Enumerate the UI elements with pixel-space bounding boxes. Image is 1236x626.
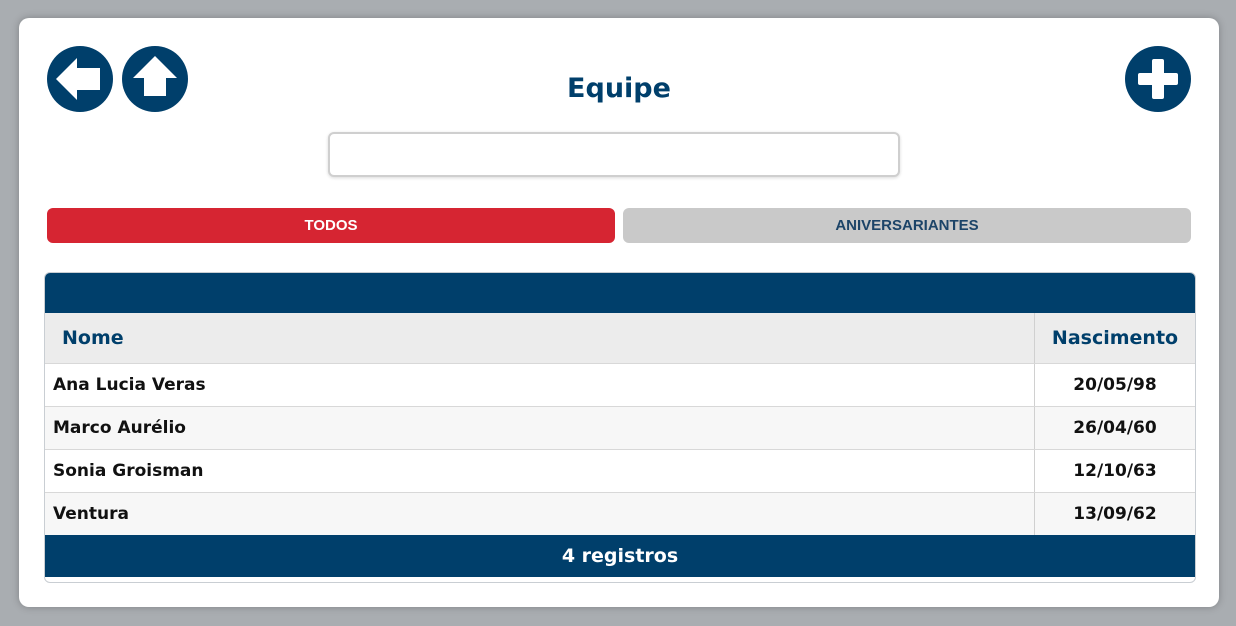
page-title: Equipe <box>567 73 671 104</box>
column-header-nome[interactable]: Nome <box>45 313 1035 363</box>
table-row[interactable]: Ventura 13/09/62 <box>45 492 1195 535</box>
tab-aniversariantes[interactable]: ANIVERSARIANTES <box>623 208 1191 243</box>
row-birthdate: 26/04/60 <box>1073 418 1157 438</box>
record-count: 4 registros <box>45 535 1195 577</box>
table-row[interactable]: Marco Aurélio 26/04/60 <box>45 406 1195 449</box>
row-name: Sonia Groisman <box>45 450 1035 492</box>
column-header-nascimento[interactable]: Nascimento <box>1035 313 1195 363</box>
table-header-bar <box>45 273 1195 313</box>
row-name: Marco Aurélio <box>45 407 1035 449</box>
table-row[interactable]: Ana Lucia Veras 20/05/98 <box>45 363 1195 406</box>
row-name: Ana Lucia Veras <box>45 364 1035 406</box>
team-table: Nome Nascimento Ana Lucia Veras 20/05/98… <box>44 272 1196 583</box>
tab-todos[interactable]: TODOS <box>47 208 615 243</box>
row-name: Ventura <box>45 493 1035 535</box>
main-card: Equipe TODOS ANIVERSARIANTES Nome Nascim… <box>19 18 1219 607</box>
search-input[interactable] <box>328 132 900 177</box>
row-birthdate: 20/05/98 <box>1073 375 1157 395</box>
table-row[interactable]: Sonia Groisman 12/10/63 <box>45 449 1195 492</box>
table-header-row: Nome Nascimento <box>45 313 1195 363</box>
row-birthdate: 12/10/63 <box>1073 461 1157 481</box>
row-birthdate: 13/09/62 <box>1073 504 1157 524</box>
